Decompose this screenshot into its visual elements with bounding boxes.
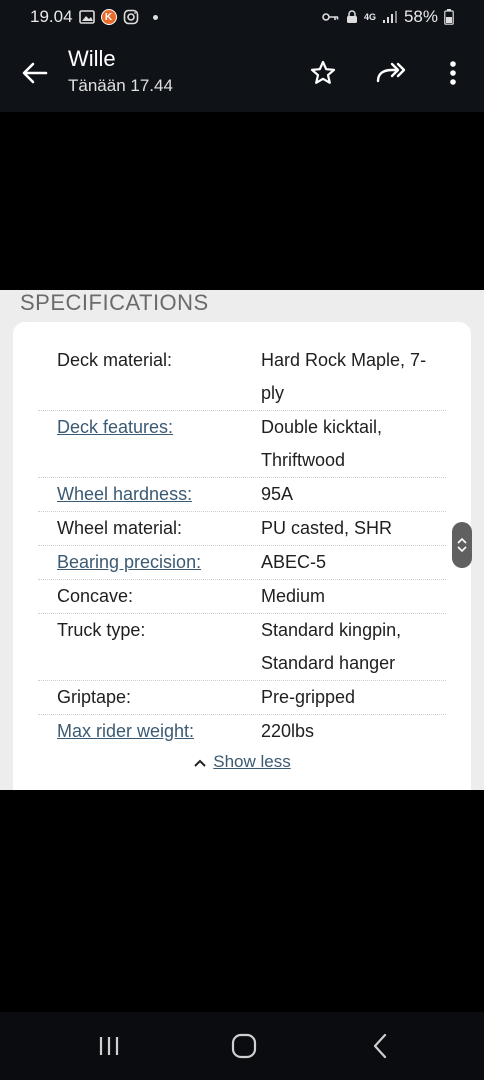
spec-value: Hard Rock Maple, 7- ply [261,344,441,410]
clock: 19.04 [30,7,73,26]
home-icon [231,1033,257,1059]
spec-row: Truck type: Standard kingpin, Standard h… [38,614,446,681]
spec-value: Medium [261,580,441,613]
back-button[interactable] [18,56,52,90]
spec-value-line: Standard kingpin, [261,620,402,640]
spec-value-line: PU casted, SHR [261,518,393,538]
spec-value: 95A [261,478,441,511]
show-less-button[interactable]: Show less [13,752,471,773]
key-icon [322,12,340,22]
spec-label-link[interactable]: Wheel hardness: [57,478,247,511]
spec-value: ABEC-5 [261,546,441,579]
recents-icon [99,1037,119,1055]
spec-label-link[interactable]: Bearing precision: [57,546,247,579]
spec-value-line: Hard Rock Maple, 7- [261,350,427,370]
forward-button[interactable] [374,56,408,90]
spec-value: 220lbs [261,715,441,748]
chevron-down-icon [457,546,467,553]
system-back-button[interactable] [360,1030,400,1062]
spec-value-line: ply [261,383,285,403]
spec-label-link[interactable]: Deck features: [57,411,247,444]
spec-row: Concave: Medium [38,580,446,614]
spec-value: Double kicktail, Thriftwood [261,411,441,477]
specifications-heading: SPECIFICATIONS [20,290,209,315]
spec-value-line: Pre-gripped [261,687,356,707]
spec-value: PU casted, SHR [261,512,441,545]
arrow-left-icon [22,62,48,84]
battery-percent: 58% [403,7,438,26]
recents-button[interactable] [89,1030,129,1062]
more-options-button[interactable] [436,56,470,90]
star-button[interactable] [306,56,340,90]
sent-timestamp: Tänään 17.44 [68,76,173,95]
spec-label: Griptape: [57,687,132,707]
system-nav-bar [0,1012,484,1080]
network-type-icon: 4G [363,11,376,22]
star-outline-icon [310,60,336,84]
signal-icon [382,10,398,24]
spec-row: Wheel material: PU casted, SHR [38,512,446,546]
show-less-label: Show less [213,752,291,771]
k-app-icon: K [100,9,117,25]
spec-row: Deck features: Double kicktail, Thriftwo… [38,411,446,478]
battery-icon [444,9,454,25]
chevron-up-icon [457,537,467,544]
more-vertical-icon [450,61,456,85]
chevron-up-icon [193,753,207,773]
home-button[interactable] [224,1030,264,1062]
spec-row: Bearing precision: ABEC-5 [38,546,446,580]
spec-value-line: 220lbs [261,721,315,741]
spec-row: Deck material: Hard Rock Maple, 7- ply [38,344,446,411]
spec-label-link[interactable]: Max rider weight: [57,715,247,748]
fast-scroll-handle[interactable] [452,522,472,568]
spec-value-line: Standard hanger [261,653,396,673]
notification-dot-icon [152,14,158,20]
spec-row: Griptape: Pre-gripped [38,681,446,715]
spec-value-line: Medium [261,586,326,606]
conversation-title: Wille Tänään 17.44 [68,46,173,96]
spec-value: Pre-gripped [261,681,441,714]
spec-value-line: Thriftwood [261,450,346,470]
sender-name: Wille [68,46,116,71]
spec-row: Max rider weight: 220lbs [38,715,446,749]
spec-value: Standard kingpin, Standard hanger [261,614,441,680]
lock-icon [346,10,358,24]
spec-label: Truck type: [57,620,146,640]
forward-all-icon [376,62,406,83]
specifications-card: Deck material: Hard Rock Maple, 7- ply D… [13,322,471,790]
status-bar: 19.04 K 4G 58% [0,0,484,34]
spec-label: Wheel material: [57,518,183,538]
gallery-icon [78,10,95,24]
spec-value-line: Double kicktail, [261,417,383,437]
spec-value-line: 95A [261,484,294,504]
screen: { "status_bar": { "time": "19.04", "batt… [0,0,484,1080]
instagram-icon [123,9,139,25]
spec-value-line: ABEC-5 [261,552,327,572]
spec-label: Concave: [57,586,134,606]
message-image[interactable]: SPECIFICATIONS Deck material: Hard Rock … [0,290,484,790]
spec-label: Deck material: [57,350,173,370]
spec-row: Wheel hardness: 95A [38,478,446,512]
chevron-left-icon [373,1033,387,1059]
app-header: Wille Tänään 17.44 [0,34,484,112]
